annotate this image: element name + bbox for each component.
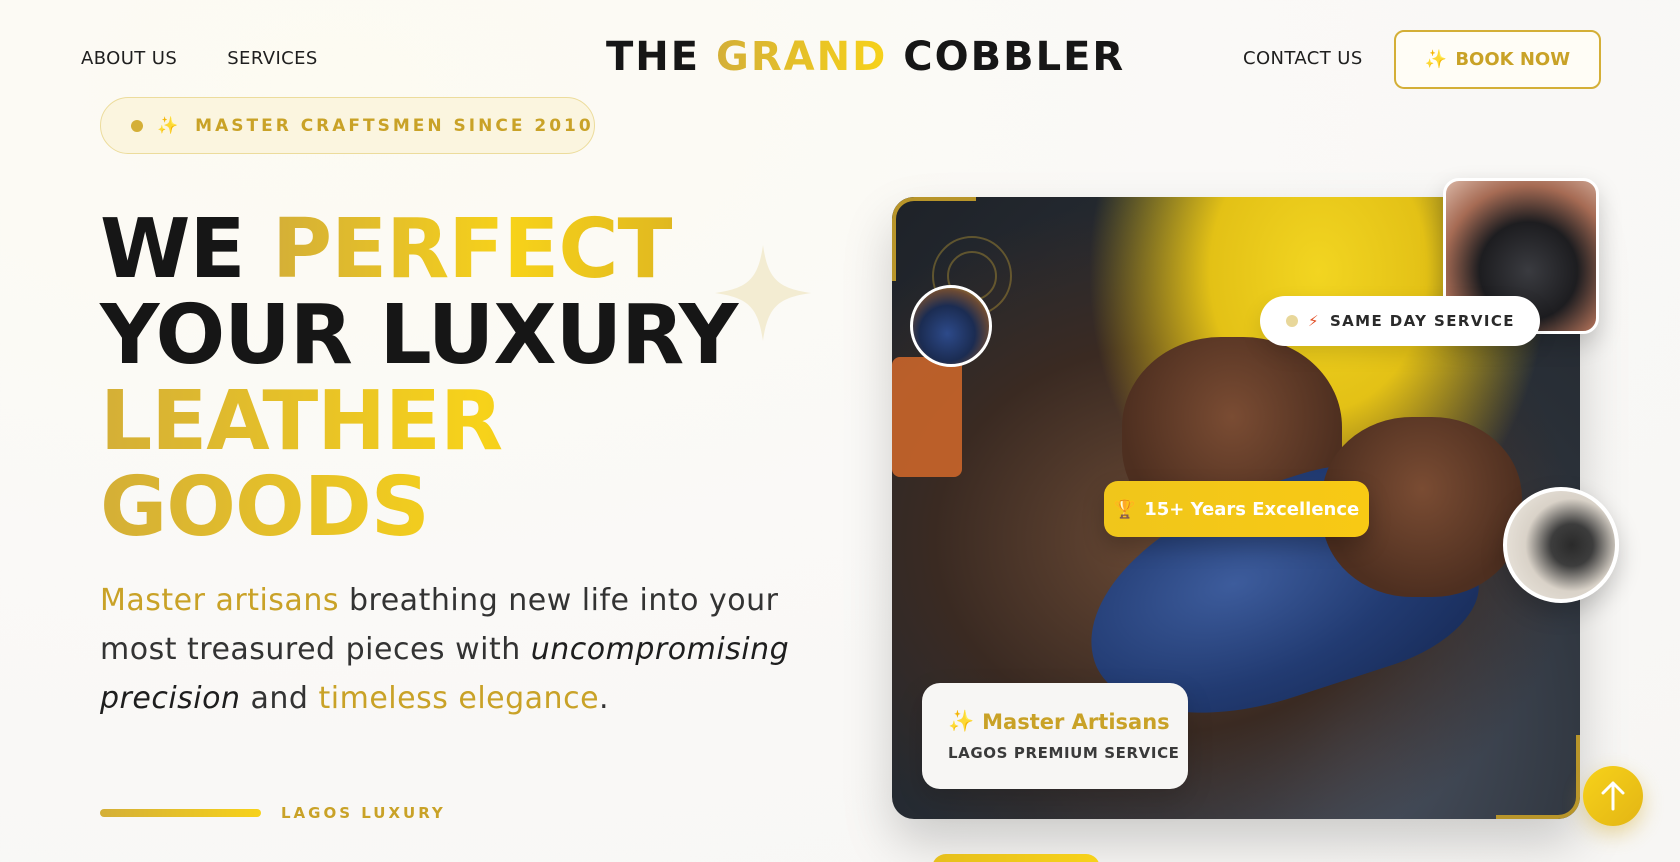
nav-contact-link[interactable]: CONTACT US (1243, 48, 1363, 69)
logo-part-cobbler: COBBLER (903, 34, 1126, 80)
desc-master-artisans: Master artisans (100, 583, 339, 618)
arrow-up-icon (1601, 781, 1625, 811)
hero-bg-object (892, 357, 962, 477)
sparkle-icon: ✨ (948, 709, 975, 733)
desc-elegance: timeless elegance (318, 681, 600, 716)
thumbnail-cobbler-work[interactable] (910, 285, 992, 367)
years-excellence-chip: 🏆 15+ Years Excellence (1104, 481, 1369, 537)
artisans-subtitle: LAGOS PREMIUM SERVICE (948, 744, 1180, 762)
headline-your-luxury: YOUR LUXURY (100, 288, 738, 383)
sparkle-icon: ✨ (157, 115, 182, 136)
badge-text: MASTER CRAFTSMEN SINCE 2010 (195, 115, 594, 136)
master-artisans-card: ✨ Master Artisans LAGOS PREMIUM SERVICE (922, 683, 1188, 789)
book-now-label: BOOK NOW (1455, 49, 1571, 70)
book-now-button[interactable]: ✨ BOOK NOW (1394, 30, 1601, 89)
sparkle-star-icon (715, 245, 811, 341)
same-day-label: SAME DAY SERVICE (1329, 312, 1515, 330)
headline-leather: LEATHER (100, 379, 737, 465)
hero-description: Master artisans breathing new life into … (100, 576, 820, 723)
sparkle-icon: ✨ (1424, 49, 1448, 70)
nav-about-link[interactable]: ABOUT US (81, 48, 177, 69)
desc-period: . (599, 681, 610, 716)
same-day-service-chip: ⚡ SAME DAY SERVICE (1260, 296, 1540, 346)
chip-dot (1286, 315, 1298, 327)
logo-part-the: THE (606, 34, 701, 80)
nav-services-link[interactable]: SERVICES (227, 48, 318, 69)
trophy-icon: 🏆 (1113, 498, 1137, 520)
partial-cta-button[interactable] (932, 854, 1100, 862)
bolt-icon: ⚡ (1308, 312, 1320, 330)
artisans-title: Master Artisans (982, 709, 1170, 734)
lagos-luxury-label: LAGOS LUXURY (281, 804, 446, 822)
years-label: 15+ Years Excellence (1144, 498, 1360, 520)
craftsmen-badge: ✨ MASTER CRAFTSMEN SINCE 2010 (100, 97, 595, 154)
brand-logo[interactable]: THE GRAND COBBLER (606, 34, 1125, 80)
logo-part-grand: GRAND (716, 34, 888, 80)
hero-headline: WE PERFECT YOUR LUXURY LEATHER GOODS (100, 207, 738, 551)
accent-bar (100, 809, 261, 817)
thumbnail-black-shoe[interactable] (1503, 487, 1619, 603)
scroll-to-top-button[interactable] (1583, 766, 1643, 826)
headline-perfect: PERFECT (272, 202, 673, 297)
headline-we: WE (100, 202, 245, 297)
badge-dot (131, 119, 143, 132)
main-nav: ABOUT US SERVICES (81, 48, 318, 69)
desc-text-2: and (240, 681, 319, 716)
headline-goods: GOODS (100, 465, 737, 551)
